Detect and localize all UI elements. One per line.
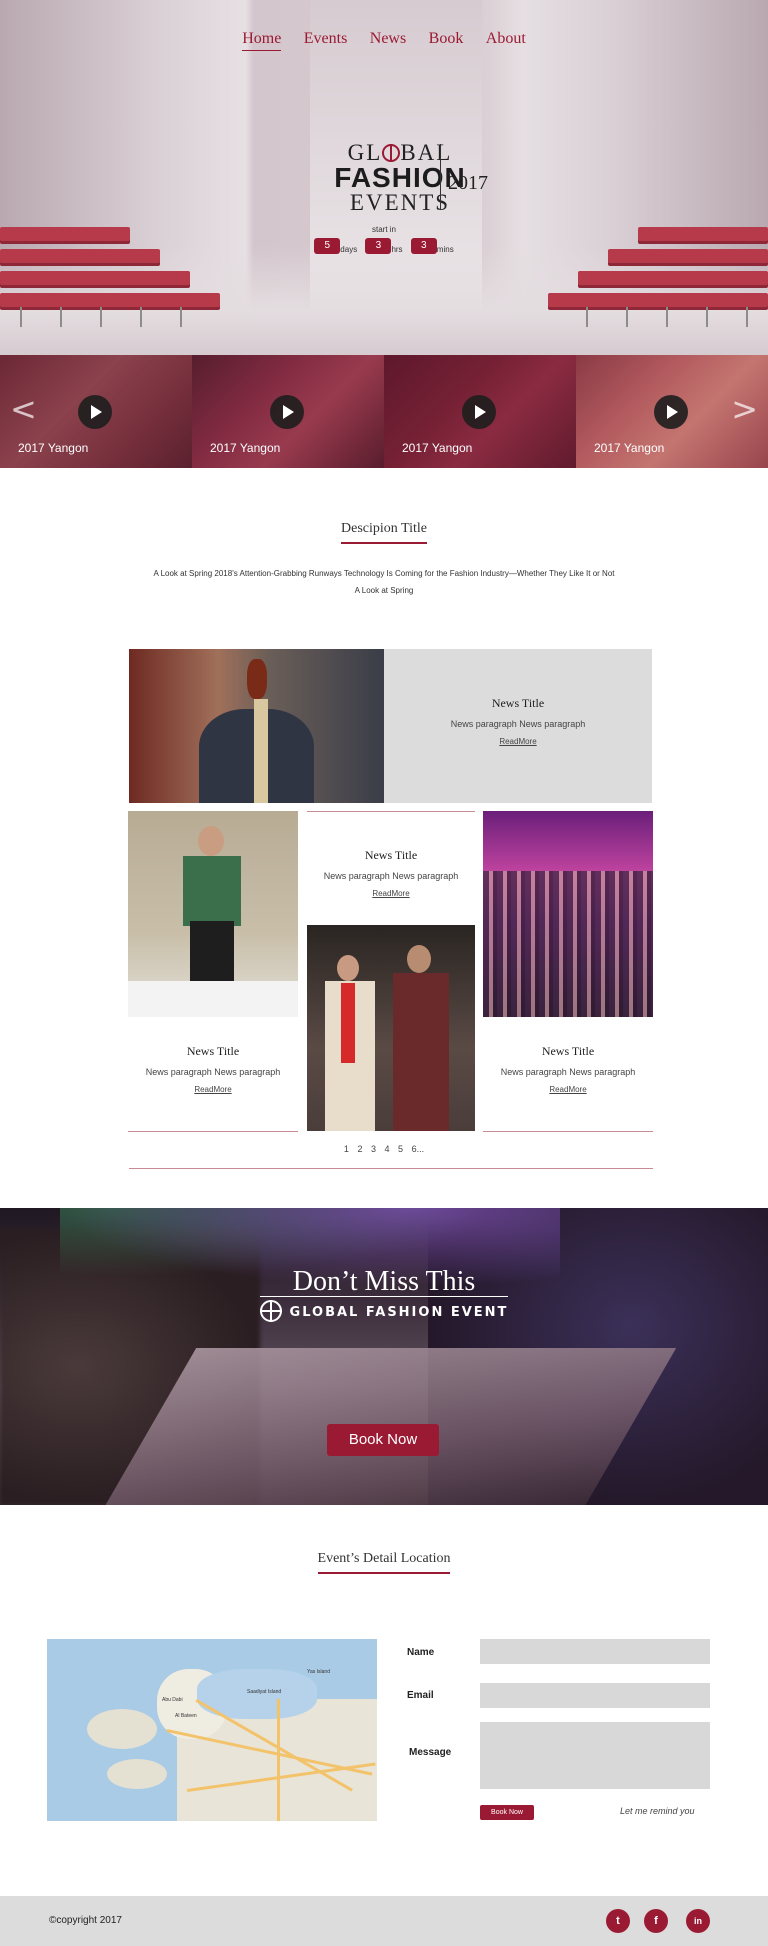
banner-headline: Don’t Miss This [292,1266,476,1297]
main-nav: Home Events News Book About [0,30,768,51]
readmore-link[interactable]: ReadMore [194,1085,231,1094]
page-link[interactable]: 1 [344,1144,349,1154]
video-caption: 2017 Yangon [594,441,665,455]
news-card: News Title News paragraph News paragraph… [483,1044,653,1097]
nav-about[interactable]: About [486,30,526,48]
news-title: News Title [186,1044,240,1058]
map-label: Saadiyat Island [247,1689,282,1695]
description-title: Descipion Title [0,521,768,544]
mannequin-image [129,649,384,803]
nav-home[interactable]: Home [242,30,282,51]
logo-line-3: EVENTS [349,190,451,215]
page-link[interactable]: 4 [385,1144,390,1154]
linkedin-icon[interactable]: in [686,1909,710,1933]
location-title: Event’s Detail Location [0,1551,768,1574]
map-label: Al Bateen [175,1713,197,1719]
countdown-hours-value: 3 [365,238,392,254]
page-link[interactable]: 3 [371,1144,376,1154]
banner-subline: GLOBAL FASHION EVENT [0,1300,768,1322]
video-caption: 2017 Yangon [18,441,89,455]
email-label: Email [407,1690,434,1701]
play-icon[interactable] [462,395,496,429]
name-label: Name [407,1647,435,1658]
submit-button[interactable]: Book Now [480,1805,534,1820]
event-logo: GL BAL FASHION EVENTS 2017 [300,140,500,215]
footer: ©copyright 2017 t f in [0,1896,768,1946]
countdown: start in 5 days 3 hrs 3 mins [0,225,768,254]
countdown-hours-unit: hrs [391,245,403,254]
globe-icon [382,144,401,162]
video-card[interactable]: 2017 Yangon [192,355,384,468]
pagination: 1 2 3 4 5 6... [0,1144,768,1154]
logo-year: 2017 [448,172,488,194]
play-icon[interactable] [78,395,112,429]
crowd-photo [483,811,653,1017]
section-divider [129,1168,653,1169]
play-icon[interactable] [270,395,304,429]
map-label: Yas Island [307,1669,330,1675]
news-paragraph: News paragraph News paragraph [323,871,459,881]
countdown-hours: 3 hrs [365,238,403,254]
banner-divider [260,1296,508,1297]
remind-link[interactable]: Let me remind you [620,1806,695,1816]
nav-events[interactable]: Events [304,30,348,48]
logo-divider [440,144,441,210]
countdown-mins-value: 3 [410,238,437,254]
carousel-next-icon[interactable]: > [731,390,758,428]
card-divider [483,1131,653,1132]
countdown-mins-unit: mins [436,245,454,254]
tumblr-icon[interactable]: t [606,1909,630,1933]
email-field[interactable] [480,1683,710,1708]
card-divider [128,1131,298,1132]
carousel-prev-icon[interactable]: < [10,390,37,428]
book-now-button[interactable]: Book Now [327,1424,439,1456]
location-map[interactable]: Abu Dabi Al Bateen Saadiyat Island Yas I… [47,1639,377,1821]
readmore-link[interactable]: ReadMore [499,737,536,746]
news-paragraph: News paragraph News paragraph [450,719,586,729]
news-title: News Title [364,848,418,862]
countdown-days-value: 5 [314,238,341,254]
page-link[interactable]: 6... [412,1144,425,1154]
news-paragraph: News paragraph News paragraph [145,1067,281,1077]
news-card: News Title News paragraph News paragraph… [128,1044,298,1097]
news-paragraph: News paragraph News paragraph [500,1067,636,1077]
promo-banner: Don’t Miss This GLOBAL FASHION EVENT Boo… [0,1208,768,1505]
countdown-mins: 3 mins [410,238,454,254]
message-field[interactable] [480,1722,710,1789]
card-divider [307,811,475,812]
map-label: Abu Dabi [162,1697,183,1703]
video-caption: 2017 Yangon [210,441,281,455]
message-label: Message [409,1747,452,1758]
name-field[interactable] [480,1639,710,1664]
readmore-link[interactable]: ReadMore [372,889,409,898]
play-icon[interactable] [654,395,688,429]
countdown-days: 5 days [314,238,357,254]
page-link[interactable]: 2 [357,1144,362,1154]
video-caption: 2017 Yangon [402,441,473,455]
logo-line-1: GL BAL [347,140,453,165]
model-photo [128,811,298,1017]
description-text: A Look at Spring 2018's Attention-Grabbi… [153,569,615,595]
video-card[interactable]: 2017 Yangon [384,355,576,468]
copyright-text: ©copyright 2017 [49,1915,122,1926]
nav-book[interactable]: Book [429,30,464,48]
hero-section: Home Events News Book About GL BAL FASHIO… [0,0,768,355]
nav-news[interactable]: News [370,30,406,48]
news-title: News Title [491,696,545,710]
facebook-icon[interactable]: f [644,1909,668,1933]
globe-icon [259,1300,282,1322]
costume-photo [307,925,475,1131]
page-link[interactable]: 5 [398,1144,403,1154]
news-card: News Title News paragraph News paragraph… [307,848,475,901]
news-title: News Title [541,1044,595,1058]
video-carousel: 2017 Yangon 2017 Yangon 2017 Yangon 2017… [0,355,768,468]
news-card: News Title News paragraph News paragraph… [384,696,652,749]
countdown-label: start in [371,225,396,234]
readmore-link[interactable]: ReadMore [549,1085,586,1094]
countdown-days-unit: days [340,245,358,254]
